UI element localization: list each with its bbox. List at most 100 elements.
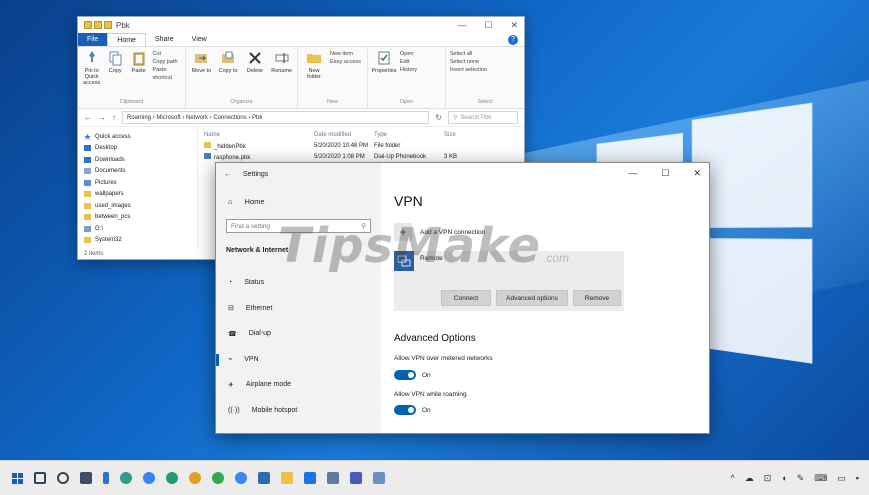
remove-button[interactable]: Remove xyxy=(573,290,621,306)
nav-airplane-mode[interactable]: ✈ Airplane mode xyxy=(216,372,381,398)
app-icon[interactable] xyxy=(103,472,109,484)
teams-icon[interactable] xyxy=(350,472,362,484)
table-row[interactable]: rasphone.pbk 5/20/2020 1:08 PM Dial-Up P… xyxy=(204,151,518,162)
volume-icon[interactable]: ◖ xyxy=(781,473,786,483)
new-folder-button[interactable]: New folder xyxy=(302,50,326,80)
keyboard-icon[interactable]: ⌨ xyxy=(814,473,827,484)
nav-item-wallpapers[interactable]: wallpapers xyxy=(84,189,195,201)
minimize-icon[interactable]: — xyxy=(628,168,637,179)
connect-button[interactable]: Connect xyxy=(441,290,491,306)
nav-item-downloads[interactable]: Downloads xyxy=(84,154,195,166)
close-icon[interactable]: ✕ xyxy=(693,168,701,179)
edge-canary-icon[interactable] xyxy=(189,472,201,484)
table-row[interactable]: _hiddenPbk 5/20/2020 10:48 PM File folde… xyxy=(204,140,518,151)
back-arrow-icon[interactable]: ← xyxy=(84,113,92,122)
nav-item-desktop[interactable]: Desktop xyxy=(84,143,195,155)
hotspot-icon: ((·)) xyxy=(228,406,240,414)
nav-item-quick-access[interactable]: Quick access xyxy=(84,131,195,143)
mail-icon[interactable] xyxy=(304,472,316,484)
address-path[interactable]: Roaming › Microsoft › Network › Connecti… xyxy=(122,111,430,124)
properties-button[interactable]: Properties xyxy=(371,50,397,74)
tab-file[interactable]: File xyxy=(78,33,108,46)
copy-to-button[interactable]: Copy to xyxy=(217,50,240,74)
chrome-beta-icon[interactable] xyxy=(235,472,247,484)
advanced-options-button[interactable]: Advanced options xyxy=(496,290,568,306)
minimize-icon[interactable]: — xyxy=(457,20,466,31)
roaming-toggle[interactable] xyxy=(394,405,416,415)
home-link[interactable]: ⌂ Home xyxy=(216,193,381,209)
settings-icon[interactable] xyxy=(327,472,339,484)
add-vpn-connection-button[interactable]: + Add a VPN connection xyxy=(394,223,485,241)
vpn-connection-card[interactable]: Remote Connect Advanced options Remove xyxy=(394,251,624,311)
edit-button[interactable]: Edit xyxy=(400,58,417,66)
maximize-icon[interactable]: ☐ xyxy=(661,168,669,179)
edge-icon[interactable] xyxy=(120,472,132,484)
photos-icon[interactable] xyxy=(258,472,270,484)
tab-home[interactable]: Home xyxy=(107,33,146,46)
close-icon[interactable]: ✕ xyxy=(510,20,518,31)
chrome-icon[interactable] xyxy=(212,472,224,484)
people-icon[interactable] xyxy=(373,472,385,484)
nav-item-system32[interactable]: System32 xyxy=(84,235,195,247)
tab-view[interactable]: View xyxy=(183,33,216,46)
select-none-button[interactable]: Select none xyxy=(450,58,520,66)
maximize-icon[interactable]: ☐ xyxy=(484,20,492,31)
open-button[interactable]: Open xyxy=(400,50,417,58)
search-icon[interactable] xyxy=(57,472,69,484)
start-icon[interactable] xyxy=(12,472,23,484)
nav-mobile-hotspot[interactable]: ((·)) Mobile hotspot xyxy=(216,398,381,424)
edge-beta-icon[interactable] xyxy=(143,472,155,484)
phonebook-icon xyxy=(204,152,211,159)
task-view-icon[interactable] xyxy=(34,472,46,484)
settings-window: ← Settings ⌂ Home Find a setting ⚲ Netwo… xyxy=(215,162,710,434)
paste-shortcut-button[interactable]: Paste shortcut xyxy=(152,66,181,82)
nav-item-used-images[interactable]: used_images xyxy=(84,200,195,212)
search-input[interactable]: ⚲ Search Pbk xyxy=(448,111,518,124)
pin-quick-access-button[interactable]: Pin to Quick access xyxy=(82,50,101,86)
column-date[interactable]: Date modified xyxy=(314,132,374,138)
find-setting-input[interactable]: Find a setting ⚲ xyxy=(226,219,371,233)
select-all-button[interactable]: Select all xyxy=(450,50,520,58)
store-icon[interactable] xyxy=(80,472,92,484)
refresh-icon[interactable]: ↻ xyxy=(435,113,442,122)
nav-item-documents[interactable]: Documents xyxy=(84,166,195,178)
nav-vpn[interactable]: ⌁ VPN xyxy=(216,347,381,373)
copy-button[interactable]: Copy xyxy=(105,50,124,74)
nav-dial-up[interactable]: ☎ Dial-up xyxy=(216,321,381,347)
invert-selection-button[interactable]: Invert selection xyxy=(450,66,520,74)
move-to-button[interactable]: Move to xyxy=(190,50,213,74)
easy-access-button[interactable]: Easy access xyxy=(330,58,361,66)
display-icon[interactable]: ▭ xyxy=(837,473,846,484)
edge-dev-icon[interactable] xyxy=(166,472,178,484)
help-icon[interactable]: ? xyxy=(508,34,518,45)
pen-icon[interactable]: ✎ xyxy=(797,473,805,484)
notification-icon[interactable]: ▪ xyxy=(856,473,859,483)
network-icon[interactable]: ⊡ xyxy=(764,473,772,484)
chevron-up-icon[interactable]: ^ xyxy=(731,473,735,483)
new-item-button[interactable]: New item xyxy=(330,50,361,58)
nav-item-drive-g[interactable]: G:\ xyxy=(84,223,195,235)
copy-path-button[interactable]: Copy path xyxy=(152,58,181,66)
tab-share[interactable]: Share xyxy=(146,33,183,46)
column-name[interactable]: Name xyxy=(204,132,314,138)
back-arrow-icon[interactable]: ← xyxy=(224,171,231,178)
nav-status[interactable]: ◔ Status xyxy=(216,270,381,296)
nav-item-between-pcs[interactable]: between_pcs xyxy=(84,212,195,224)
history-button[interactable]: History xyxy=(400,66,417,74)
file-explorer-icon[interactable] xyxy=(281,472,293,484)
paste-button[interactable]: Paste xyxy=(129,50,148,74)
system-tray: ^ ☁ ⊡ ◖ ✎ ⌨ ▭ ▪ xyxy=(731,473,869,484)
delete-button[interactable]: Delete xyxy=(244,50,267,74)
column-size[interactable]: Size xyxy=(444,132,468,138)
metered-toggle[interactable] xyxy=(394,370,416,380)
cut-button[interactable]: Cut xyxy=(152,50,181,58)
connection-name: Remote xyxy=(420,255,443,262)
quick-access-toolbar[interactable] xyxy=(84,21,112,29)
forward-arrow-icon[interactable]: → xyxy=(98,113,106,122)
up-arrow-icon[interactable]: ↑ xyxy=(112,113,116,122)
nav-item-pictures[interactable]: Pictures xyxy=(84,177,195,189)
onedrive-icon[interactable]: ☁ xyxy=(745,473,754,484)
nav-ethernet[interactable]: ⊟ Ethernet xyxy=(216,296,381,322)
column-type[interactable]: Type xyxy=(374,132,444,138)
rename-button[interactable]: Rename xyxy=(270,50,293,74)
